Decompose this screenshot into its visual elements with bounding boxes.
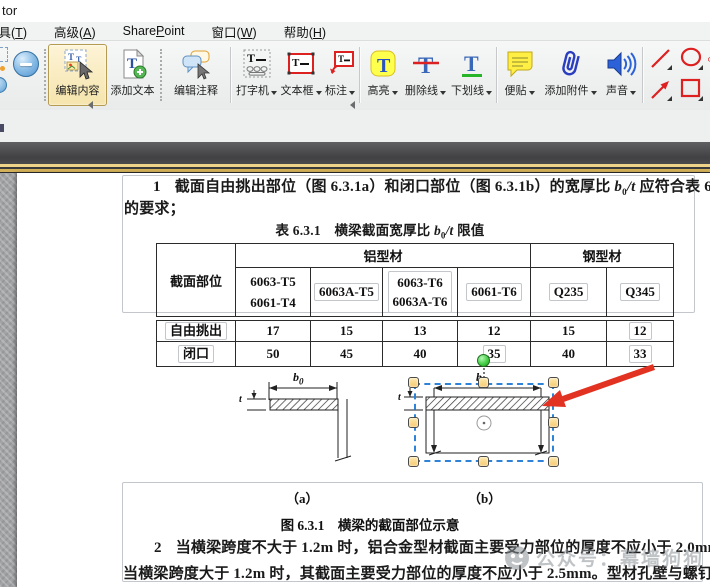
add-text-label: 添加文本 [111,82,155,98]
sound-button[interactable]: 声音 [602,44,640,106]
strikeout-label: 删除线 [405,85,438,97]
clipped-toolbar-dot [0,66,5,71]
watermark-text: 公众号：幕墙狗狗 [536,544,704,571]
dropdown-arrow-icon [591,91,597,95]
line-tool-button[interactable] [646,44,675,74]
toolbar-separator [496,47,498,103]
menu-window[interactable]: 窗口(W) [212,22,257,41]
edit-content-button[interactable]: T T 编辑内容 [48,44,107,106]
watermark: 公众号：幕墙狗狗 [504,544,704,571]
secondary-toolbar-area [0,110,710,142]
typewriter-button[interactable]: T 打字机 [234,44,279,106]
figure-a-label: （a） [286,488,319,507]
figure-caption: 图 6.3.1 横梁的截面部位示意 [31,514,709,534]
callout-button[interactable]: T 标注 [323,44,357,106]
textbox-button[interactable]: T 文本框 [280,44,322,106]
menu-bar: 工具(T) 高级(A) SharePoint 窗口(W) 帮助(H) [0,22,710,41]
dropdown-arrow-icon [630,91,636,95]
sound-icon [605,48,637,80]
dropdown-arrow-icon [349,91,355,95]
dropdown-arrow-icon [392,91,398,95]
textbox-icon: T [285,48,317,80]
edit-content-label: 编辑内容 [56,82,100,98]
clipped-toolbar-icon [0,47,8,62]
underline-label: 下划线 [451,85,484,97]
add-text-icon: T [117,48,149,80]
dropdown-arrow-icon [529,91,535,95]
svg-text:T: T [247,51,255,65]
svg-text:T: T [292,57,300,69]
toolbar-gripper[interactable] [160,49,162,101]
strikeout-button[interactable]: T 删除线 [403,44,448,106]
svg-text:T: T [68,52,74,62]
toolbar-separator [359,47,361,103]
toolbar-separator [230,47,232,103]
clipped-circle-button [0,77,7,93]
sticky-note-icon [504,48,536,80]
arrow-tool-icon [648,77,674,103]
arrow-tool-button[interactable] [646,75,675,105]
callout-label: 标注 [325,85,347,97]
toolbar: T T 编辑内容 T 添加文本 [0,41,710,110]
menu-help[interactable]: 帮助(H) [284,22,326,41]
menu-advanced[interactable]: 高级(A) [54,22,96,41]
red-arrow-annotation[interactable] [542,367,654,407]
highlight-button[interactable]: T 高亮 [363,44,402,106]
window-title: tor [2,3,17,18]
svg-text:T: T [338,54,344,64]
ellipse-tool-icon [679,46,705,72]
edit-comment-button[interactable]: 编辑注释 [165,44,227,106]
strikeout-icon: T [410,48,442,80]
figure-b-label: （b） [468,488,501,507]
textbox-label: 文本框 [281,85,314,97]
typewriter-icon: T [241,48,273,80]
watermark-logo-icon [504,545,530,571]
add-text-button[interactable]: T 添加文本 [108,44,157,106]
clipped-ui-fragment [0,124,4,132]
pdf-page: 1截面自由挑出部位（图 6.3.1a）和闭口部位（图 6.3.1b）的宽厚比 b… [17,173,710,587]
toolbar-collapse-arrow[interactable] [88,101,93,109]
underline-icon: T [456,48,488,80]
dropdown-arrow-icon [316,91,322,95]
dropdown-arrow-icon [486,91,492,95]
menu-tools[interactable]: 工具(T) [0,22,27,41]
attachment-button[interactable]: 添加附件 [540,44,601,106]
edit-comment-label: 编辑注释 [174,82,218,98]
sound-label: 声音 [606,85,628,97]
highlight-label: 高亮 [368,85,390,97]
ellipse-tool-button[interactable] [677,44,706,74]
svg-text:T: T [418,53,433,78]
minus-circle-icon [20,63,32,66]
title-bar: tor [0,0,710,22]
line-tool-icon [648,46,674,72]
workspace-top-band [0,142,710,164]
document-workspace: 1截面自由挑出部位（图 6.3.1a）和闭口部位（图 6.3.1b）的宽厚比 b… [0,173,710,587]
dropdown-arrow-icon [440,91,446,95]
edit-comment-icon [180,48,212,80]
rectangle-tool-icon [679,77,705,103]
callout-icon: T [324,48,356,80]
highlight-icon: T [367,48,399,80]
sticky-note-label: 便贴 [505,85,527,97]
svg-text:T: T [464,51,479,76]
pdf-editor-window: tor 工具(T) 高级(A) SharePoint 窗口(W) 帮助(H) T… [0,0,710,587]
underline-button[interactable]: T 下划线 [449,44,494,106]
rectangle-tool-button[interactable] [677,75,706,105]
svg-text:T: T [377,55,391,77]
toolbar-gripper[interactable] [44,49,46,101]
toolbar-separator [642,47,644,103]
sticky-note-button[interactable]: 便贴 [500,44,539,106]
typewriter-label: 打字机 [236,85,269,97]
attachment-icon [555,48,587,80]
zoom-out-button[interactable] [13,51,39,77]
dropdown-arrow-icon [271,91,277,95]
edit-content-icon: T T [62,48,94,80]
attachment-label: 添加附件 [545,85,589,97]
menu-sharepoint[interactable]: SharePoint [123,24,185,38]
